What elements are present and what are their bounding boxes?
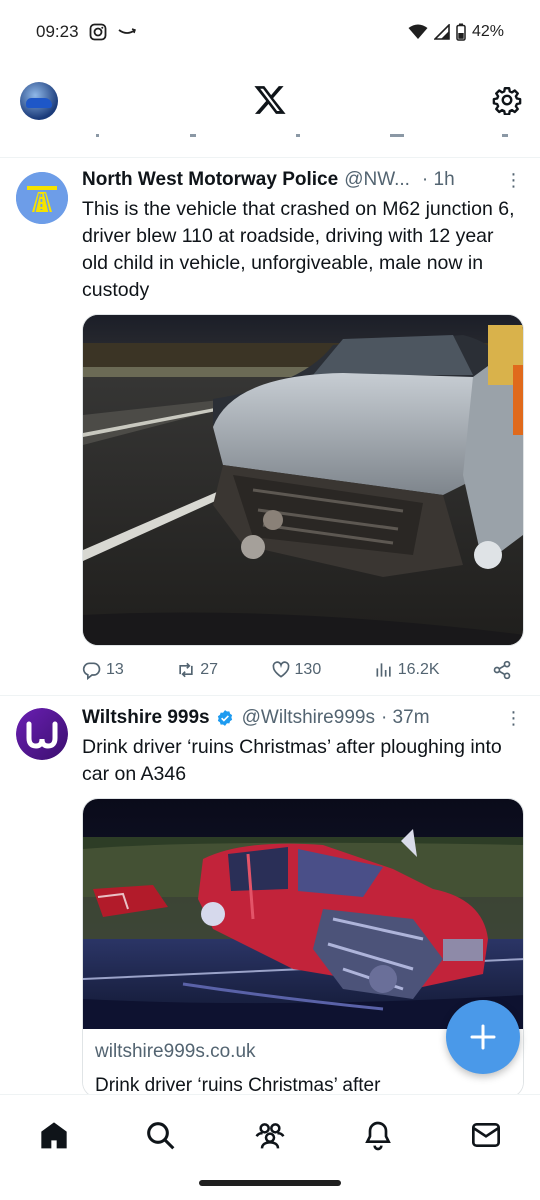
tweet[interactable]: North West Motorway Police @NW... · 1h ⋮… bbox=[0, 158, 540, 696]
tweet-avatar[interactable] bbox=[16, 708, 68, 760]
wifi-icon bbox=[408, 24, 428, 39]
crashed-silver-car-photo bbox=[83, 315, 523, 645]
profile-avatar[interactable] bbox=[20, 82, 58, 120]
status-bar: 09:23 42% bbox=[0, 0, 540, 64]
instagram-icon bbox=[89, 23, 106, 41]
reply-button[interactable]: 13 bbox=[82, 660, 124, 680]
tweet-author-handle[interactable]: @Wiltshire999s bbox=[242, 707, 375, 729]
tweet-media-image[interactable] bbox=[82, 314, 524, 646]
tweet-timestamp[interactable]: · 1h bbox=[422, 169, 455, 191]
crashed-red-car-photo bbox=[83, 799, 523, 1029]
communities-icon[interactable] bbox=[254, 1119, 286, 1151]
home-icon[interactable] bbox=[38, 1119, 70, 1151]
gesture-home-bar[interactable] bbox=[199, 1180, 341, 1186]
tweet-author-name[interactable]: Wiltshire 999s bbox=[82, 707, 210, 729]
tweet-author-name[interactable]: North West Motorway Police bbox=[82, 169, 338, 191]
heart-icon bbox=[272, 661, 289, 678]
more-options-icon[interactable]: ⋮ bbox=[504, 171, 524, 189]
views-icon bbox=[376, 663, 391, 677]
repost-button[interactable]: 27 bbox=[176, 660, 218, 680]
verified-badge-icon bbox=[217, 710, 232, 726]
reply-count: 13 bbox=[106, 661, 124, 678]
wiltshire-logo-icon bbox=[16, 708, 68, 760]
share-icon bbox=[493, 660, 511, 680]
tweet-text: This is the vehicle that crashed on M62 … bbox=[82, 198, 515, 301]
repost-count: 27 bbox=[200, 661, 219, 678]
signal-icon bbox=[433, 24, 450, 40]
amazon-icon bbox=[118, 28, 136, 34]
more-options-icon[interactable]: ⋮ bbox=[504, 709, 524, 727]
top-app-bar bbox=[0, 64, 540, 136]
gear-icon[interactable] bbox=[492, 85, 522, 115]
like-button[interactable]: 130 bbox=[271, 660, 322, 680]
motorway-logo-icon bbox=[16, 172, 68, 224]
like-count: 130 bbox=[294, 661, 322, 678]
status-time: 09:23 bbox=[36, 22, 79, 41]
battery-percent: 42% bbox=[471, 23, 504, 40]
tweet-author-handle[interactable]: @NW... bbox=[344, 169, 410, 191]
search-icon[interactable] bbox=[144, 1119, 176, 1151]
views-button[interactable]: 16.2K bbox=[374, 660, 440, 680]
reply-icon bbox=[82, 662, 101, 680]
repost-icon bbox=[179, 662, 193, 678]
previous-tweet-edge bbox=[0, 134, 540, 158]
tweet-text: Drink driver ‘ruins Christmas’ after plo… bbox=[82, 736, 502, 785]
notifications-icon[interactable] bbox=[362, 1119, 394, 1151]
share-button[interactable] bbox=[492, 660, 512, 680]
tweet-timestamp[interactable]: · 37m bbox=[381, 707, 430, 729]
messages-icon[interactable] bbox=[470, 1119, 502, 1151]
plus-icon bbox=[470, 1024, 496, 1050]
views-count: 16.2K bbox=[397, 661, 440, 678]
battery-icon bbox=[456, 23, 466, 41]
x-logo-icon[interactable] bbox=[253, 83, 287, 117]
tweet-avatar[interactable] bbox=[16, 172, 68, 224]
compose-post-button[interactable] bbox=[446, 1000, 520, 1074]
tweet-actions: 13 27 130 16.2K bbox=[82, 660, 524, 680]
